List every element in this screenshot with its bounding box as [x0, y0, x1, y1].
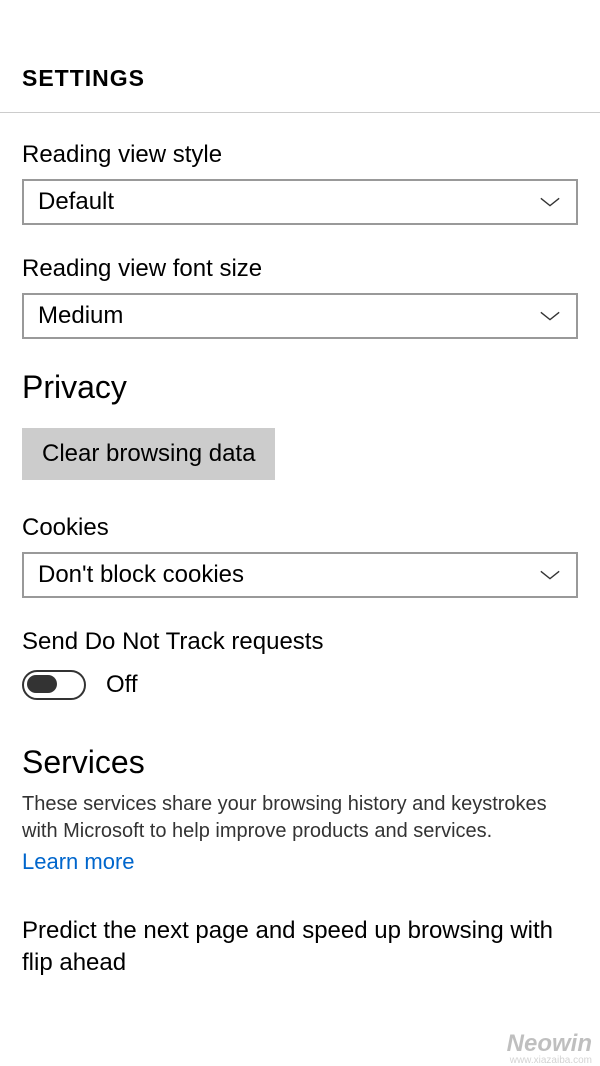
chevron-down-icon — [538, 195, 562, 209]
toggle-knob — [27, 675, 57, 693]
dnt-toggle-row: Off — [22, 670, 578, 700]
reading-style-value: Default — [38, 188, 114, 216]
settings-content: Reading view style Default Reading view … — [0, 113, 600, 980]
cookies-label: Cookies — [22, 514, 578, 542]
dnt-label: Send Do Not Track requests — [22, 628, 578, 656]
dnt-toggle[interactable] — [22, 670, 86, 700]
services-section-title: Services — [22, 744, 578, 781]
dnt-state-label: Off — [106, 671, 138, 699]
reading-style-label: Reading view style — [22, 141, 578, 169]
clear-browsing-data-button[interactable]: Clear browsing data — [22, 428, 275, 480]
reading-font-value: Medium — [38, 302, 123, 330]
predict-label: Predict the next page and speed up brows… — [22, 915, 578, 980]
privacy-section-title: Privacy — [22, 369, 578, 406]
cookies-value: Don't block cookies — [38, 561, 244, 589]
learn-more-link[interactable]: Learn more — [22, 849, 135, 875]
cookies-select[interactable]: Don't block cookies — [22, 552, 578, 598]
reading-font-select[interactable]: Medium — [22, 293, 578, 339]
watermark-text: Neowin — [507, 1030, 592, 1058]
chevron-down-icon — [538, 568, 562, 582]
page-title: SETTINGS — [22, 65, 578, 92]
reading-style-select[interactable]: Default — [22, 179, 578, 225]
settings-header: SETTINGS — [0, 0, 600, 113]
watermark-sub: www.xiazaiba.com — [510, 1055, 592, 1066]
chevron-down-icon — [538, 309, 562, 323]
services-description: These services share your browsing histo… — [22, 791, 578, 845]
reading-font-label: Reading view font size — [22, 255, 578, 283]
